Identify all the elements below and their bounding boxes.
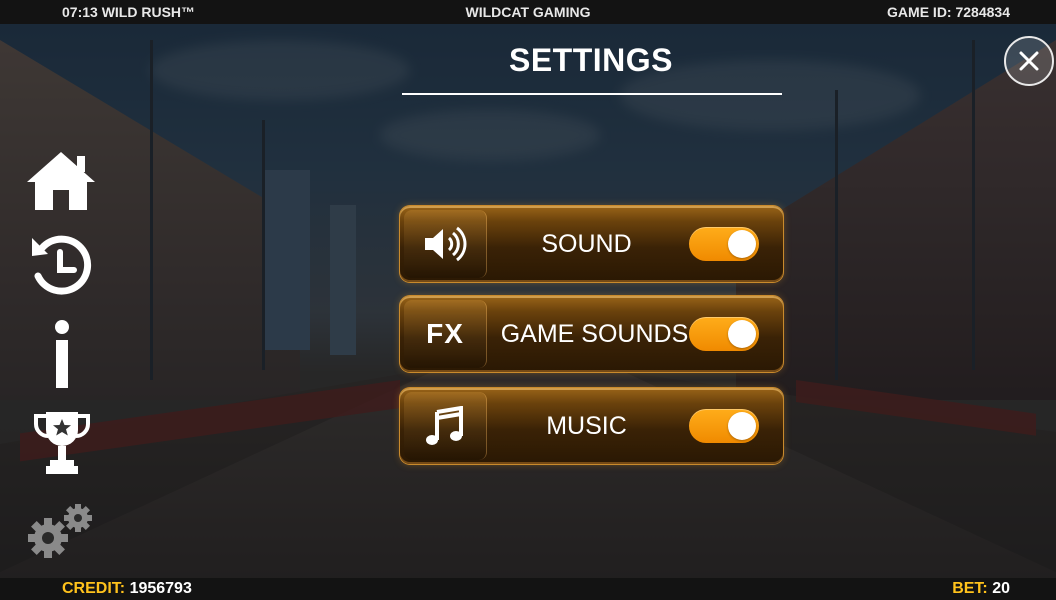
bet-value: 20 <box>992 580 1010 597</box>
history-icon <box>32 235 92 295</box>
row-icon-box <box>404 210 487 278</box>
bottom-info-bar: CREDIT: 1956793 BET: 20 <box>0 578 1056 600</box>
credit-label: CREDIT: <box>62 580 126 597</box>
music-toggle[interactable] <box>689 409 759 443</box>
toggle-knob <box>728 412 756 440</box>
history-button[interactable] <box>30 234 92 302</box>
home-icon <box>27 152 95 210</box>
music-label: MUSIC <box>546 412 627 440</box>
row-icon-box: FX <box>404 300 487 368</box>
game-sounds-label: GAME SOUNDS <box>500 320 689 348</box>
bet-label: BET: <box>952 580 988 597</box>
leaderboard-button[interactable] <box>34 408 90 480</box>
bet-display: BET: 20 <box>952 580 1010 598</box>
home-button[interactable] <box>25 148 97 216</box>
row-icon-box <box>404 392 487 460</box>
toggle-knob <box>728 320 756 348</box>
info-button[interactable] <box>52 320 72 392</box>
credit-display: CREDIT: 1956793 <box>62 580 192 598</box>
trophy-icon <box>34 412 90 474</box>
title-underline <box>402 93 782 95</box>
toggle-knob <box>728 230 756 258</box>
game-sounds-row: FX GAME SOUNDS <box>400 296 783 372</box>
close-button[interactable] <box>1004 36 1054 86</box>
fx-icon: FX <box>426 318 464 349</box>
sound-label: SOUND <box>541 230 632 258</box>
info-icon <box>55 320 69 388</box>
game-id: GAME ID: 7284834 <box>887 4 1010 20</box>
speaker-icon <box>425 226 467 262</box>
sound-toggle[interactable] <box>689 227 759 261</box>
settings-gears-icon <box>28 504 92 558</box>
close-icon <box>1019 51 1039 71</box>
credit-value: 1956793 <box>129 580 192 597</box>
game-sounds-toggle[interactable] <box>689 317 759 351</box>
game-screen: 07:13 WILD RUSH™ WILDCAT GAMING GAME ID:… <box>0 0 1056 600</box>
music-row: MUSIC <box>400 388 783 464</box>
settings-button[interactable] <box>26 500 98 564</box>
music-note-icon <box>426 406 463 445</box>
page-title: SETTINGS <box>508 42 673 78</box>
sound-row: SOUND <box>400 206 783 282</box>
top-info-bar: 07:13 WILD RUSH™ WILDCAT GAMING GAME ID:… <box>0 0 1056 24</box>
